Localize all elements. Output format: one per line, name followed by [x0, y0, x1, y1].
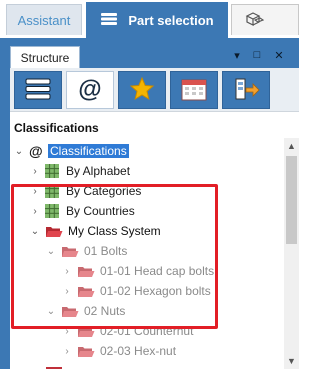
tab-structure[interactable]: Structure: [10, 46, 80, 68]
grid-category-icon: [45, 164, 63, 178]
tab-part-selection[interactable]: Part selection: [86, 2, 228, 38]
tree-node-label: Classifications: [48, 144, 129, 158]
annotation-highlight-box: [11, 184, 218, 329]
tab-assistant[interactable]: Assistant: [6, 4, 82, 35]
boxes-icon: [244, 10, 265, 31]
books-stack-icon: [23, 76, 53, 105]
tree-node-02-03-hex-nut[interactable]: › 02-03 Hex-nut: [10, 341, 284, 361]
toolbar-favorites-button[interactable]: [118, 71, 166, 109]
scroll-down-arrow-icon[interactable]: ▼: [284, 353, 299, 369]
tree-node-label: By Alphabet: [66, 164, 131, 178]
panel-header: Structure ▾ □ ✕: [0, 38, 299, 68]
star-icon: [129, 76, 155, 105]
tab-partially-visible[interactable]: [231, 4, 299, 35]
chevron-right-icon[interactable]: ›: [61, 345, 73, 357]
chevron-right-icon[interactable]: ›: [29, 165, 41, 177]
toolbar-catalogs-button[interactable]: [14, 71, 62, 109]
scroll-up-arrow-icon[interactable]: ▲: [284, 138, 299, 154]
at-sign-icon: @: [29, 143, 43, 159]
toolbar-classifications-button[interactable]: @: [66, 71, 114, 109]
close-icon[interactable]: ✕: [270, 46, 288, 64]
folder-open-icon: [77, 344, 95, 358]
folder-icon: [45, 365, 63, 369]
view-toolbar: @: [10, 68, 299, 112]
tab-assistant-label: Assistant: [17, 12, 71, 28]
top-tab-strip: Assistant Part selection: [0, 0, 299, 38]
tab-structure-label: Structure: [20, 50, 70, 65]
toolbar-export-button[interactable]: [222, 71, 270, 109]
pin-dropdown-icon[interactable]: ▾: [228, 46, 246, 64]
tab-part-selection-label: Part selection: [128, 12, 214, 28]
at-sign-icon: @: [78, 76, 102, 103]
export-icon: [232, 76, 260, 105]
classifications-heading: Classifications: [14, 121, 99, 135]
maximize-icon[interactable]: □: [248, 46, 266, 64]
tree-node-classifications-root[interactable]: ⌄ @ Classifications: [10, 141, 284, 161]
tree-node-partial[interactable]: [10, 362, 284, 369]
tree-vertical-scrollbar[interactable]: ▲ ▼: [284, 138, 299, 369]
scroll-thumb[interactable]: [286, 156, 297, 244]
toolbar-calendar-button[interactable]: [170, 71, 218, 109]
tree-node-label: 02-03 Hex-nut: [100, 344, 177, 358]
calendar-icon: [180, 76, 208, 105]
books-icon: [100, 11, 118, 30]
chevron-down-icon[interactable]: ⌄: [13, 145, 25, 157]
tree-node-by-alphabet[interactable]: › By Alphabet: [10, 161, 284, 181]
